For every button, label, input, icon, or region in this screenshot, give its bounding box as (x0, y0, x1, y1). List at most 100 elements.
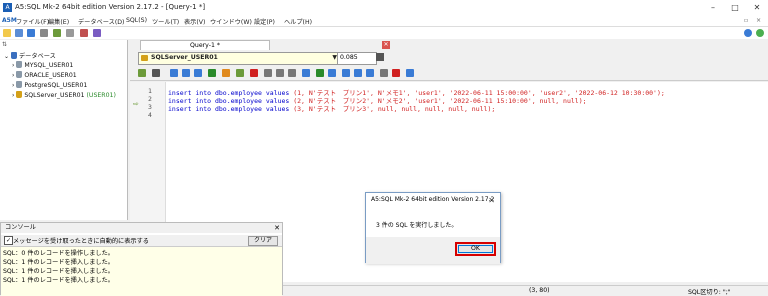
tree-item-user: (USER01) (86, 92, 116, 99)
connection-select[interactable]: SQLServer_USER01 ▼ (138, 52, 340, 65)
copy-icon[interactable] (276, 69, 284, 77)
dialog-title: A5:SQL Mk-2 64bit edition Version 2.17.2 (371, 196, 495, 203)
title-bar: A A5:SQL Mk-2 64bit edition Version 2.17… (0, 0, 768, 15)
settings-icon[interactable] (66, 29, 74, 37)
paste-icon[interactable] (288, 69, 296, 77)
clear-button[interactable]: クリア (248, 236, 278, 246)
tree-root-label: データベース (19, 53, 56, 60)
new-icon[interactable] (3, 29, 11, 37)
tree-item-label: MYSQL_USER01 (24, 62, 74, 69)
pane-pin-icon[interactable]: ⇅ (2, 41, 7, 48)
tree-item-postgresql[interactable]: › PostgreSQL_USER01 (12, 81, 87, 89)
code-line: insert into dbo.employee values (3, N'テス… (168, 103, 495, 113)
dialog-message: 3 件の SQL を実行しました。 (376, 222, 458, 229)
database-icon (16, 91, 23, 98)
print-icon[interactable] (40, 29, 48, 37)
expand-icon[interactable]: › (12, 82, 14, 89)
tree-item-oracle[interactable]: › ORACLE_USER01 (12, 71, 77, 79)
sql-icon[interactable] (406, 69, 414, 77)
close-icon[interactable]: ✕ (274, 223, 280, 233)
menu-database[interactable]: データベース(D) (78, 17, 124, 26)
line-number: 1 (148, 87, 152, 95)
connect-icon[interactable] (53, 29, 61, 37)
execute-all-icon[interactable] (182, 69, 190, 77)
cut-icon[interactable] (264, 69, 272, 77)
tree-item-label: SQLServer_USER01 (24, 92, 85, 99)
console-panel: コンソール ✕ ✓ メッセージを受け取ったときに自動的に表示する クリア SQL… (0, 222, 283, 296)
format-icon[interactable] (380, 69, 388, 77)
ok-button[interactable]: OK (455, 242, 496, 256)
tree-item-mysql[interactable]: › MYSQL_USER01 (12, 61, 73, 69)
save-icon[interactable] (27, 29, 35, 37)
ok-button-label: OK (471, 245, 480, 252)
editor-toolbar (130, 66, 768, 81)
line-number: 3 (148, 103, 152, 111)
indent-icon[interactable] (366, 69, 374, 77)
execute-plan-icon[interactable] (194, 69, 202, 77)
menu-settings[interactable]: 設定(P) (254, 17, 275, 26)
dialog-title-bar: A5:SQL Mk-2 64bit edition Version 2.17.2… (366, 193, 500, 206)
run-icon[interactable] (138, 69, 146, 77)
maximize-button[interactable]: □ (724, 0, 746, 15)
cursor-position: (3, 80) (529, 287, 550, 294)
console-log: SQL：0 件のレコードを操作しました。 SQL：1 件のレコードを挿入しました… (1, 247, 282, 296)
options-icon[interactable] (93, 29, 101, 37)
tab-close-icon[interactable]: ✕ (382, 41, 390, 49)
tree-item-sqlserver[interactable]: › SQLServer_USER01 (USER01) (12, 91, 116, 99)
tree-root-databases[interactable]: ⌄ データベース (4, 51, 56, 60)
comment-icon[interactable] (342, 69, 350, 77)
disconnect-icon[interactable] (80, 29, 88, 37)
dialog-footer: OK (366, 237, 500, 264)
step-icon[interactable] (222, 69, 230, 77)
database-folder-icon (11, 52, 17, 59)
update-icon[interactable] (756, 29, 764, 37)
replace-icon[interactable] (316, 69, 324, 77)
window-title: A5:SQL Mk-2 64bit edition Version 2.17.2… (15, 3, 206, 11)
menu-window[interactable]: ウインドウ(W) (210, 17, 252, 26)
status-bar: (3, 80) SQL区切り: ";" (283, 285, 768, 296)
console-options: ✓ メッセージを受け取ったときに自動的に表示する クリア (1, 235, 282, 247)
current-line-arrow-icon: ⇨ (133, 100, 139, 108)
line-number: 4 (148, 111, 152, 119)
expand-icon[interactable]: › (12, 72, 14, 79)
menu-tools[interactable]: ツール(T) (152, 17, 179, 26)
undo-icon[interactable] (328, 69, 336, 77)
save-icon[interactable] (376, 53, 384, 61)
editor-tab-strip: Query-1 * ✕ (130, 40, 768, 51)
expand-icon[interactable]: › (12, 92, 14, 99)
tree-item-label: PostgreSQL_USER01 (24, 82, 88, 89)
open-icon[interactable] (15, 29, 23, 37)
mdi-close-icon[interactable]: × (756, 17, 761, 24)
search-icon[interactable] (302, 69, 310, 77)
mdi-restore-icon[interactable]: ▫ (744, 17, 748, 24)
uncomment-icon[interactable] (354, 69, 362, 77)
clear-icon[interactable] (392, 69, 400, 77)
app-logo: A5M (2, 17, 17, 24)
app-icon: A (3, 3, 12, 12)
connection-selected-value: SQLServer_USER01 (151, 54, 218, 61)
console-title: コンソール ✕ (1, 223, 282, 233)
close-icon[interactable]: ✕ (488, 194, 495, 207)
tree-item-label: ORACLE_USER01 (24, 72, 77, 79)
close-window-button[interactable]: ✕ (746, 0, 768, 15)
log-line: SQL：1 件のレコードを挿入しました。 (3, 268, 114, 275)
stop-icon[interactable] (250, 69, 258, 77)
execute-icon[interactable] (170, 69, 178, 77)
menu-sql[interactable]: SQL(S) (126, 17, 147, 24)
menu-help[interactable]: ヘルプ(H) (284, 17, 312, 26)
expand-icon[interactable]: › (12, 62, 14, 69)
cursor-icon[interactable] (152, 69, 160, 77)
auto-show-checkbox[interactable]: ✓ (4, 236, 13, 245)
menu-edit[interactable]: 編集(E) (48, 17, 69, 26)
collapse-icon[interactable]: ⌄ (4, 53, 9, 60)
menu-view[interactable]: 表示(V) (184, 17, 205, 26)
commit-icon[interactable] (208, 69, 216, 77)
help-icon[interactable] (744, 29, 752, 37)
analyze-icon[interactable] (236, 69, 244, 77)
menu-file[interactable]: ファイル(F) (16, 17, 49, 26)
minimize-button[interactable]: – (702, 0, 724, 15)
database-tree-pane: ⇅ ⌄ データベース › MYSQL_USER01 › ORACLE_USER0… (0, 40, 128, 220)
code-values: (3, N'テスト プリン3', null, null, null, null,… (293, 105, 496, 113)
console-title-label: コンソール (5, 224, 36, 231)
log-line: SQL：1 件のレコードを挿入しました。 (3, 259, 114, 266)
